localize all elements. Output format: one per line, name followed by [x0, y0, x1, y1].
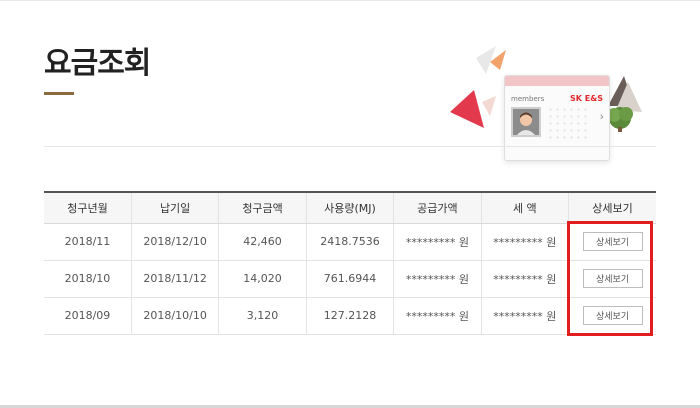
header-detail: 상세보기 [568, 191, 656, 224]
cell-detail: 상세보기 [568, 223, 656, 261]
card-dot-grid [547, 106, 591, 142]
cell-detail: 상세보기 [568, 297, 656, 335]
billing-table: 청구년월 납기일 청구금액 사용량(MJ) 공급가액 세 액 상세보기 2018… [44, 191, 656, 335]
cell-amount: 42,460 [218, 223, 307, 261]
cell-due: 2018/11/12 [130, 260, 219, 298]
detail-button[interactable]: 상세보기 [582, 306, 643, 325]
detail-button[interactable]: 상세보기 [582, 269, 643, 288]
frame-top-border [0, 0, 700, 1]
detail-button[interactable]: 상세보기 [582, 232, 643, 251]
cell-usage: 761.6944 [305, 260, 394, 298]
title-accent-bar [44, 92, 74, 95]
sk-logo: SK E&S [570, 94, 603, 103]
cell-usage: 2418.7536 [305, 223, 394, 261]
cell-tax: ********* 원 [480, 297, 569, 335]
table-row: 2018/10 2018/11/12 14,020 761.6944 *****… [44, 260, 656, 298]
header-due-date: 납기일 [130, 191, 219, 224]
table-row: 2018/09 2018/10/10 3,120 127.2128 ******… [44, 297, 656, 335]
cell-supply: ********* 원 [393, 297, 482, 335]
cell-month: 2018/11 [44, 223, 132, 261]
header-amount: 청구금액 [218, 191, 307, 224]
cell-month: 2018/09 [44, 297, 132, 335]
header-tax: 세 액 [480, 191, 569, 224]
card-top-strip [505, 76, 609, 86]
cell-month: 2018/10 [44, 260, 132, 298]
header-usage: 사용량(MJ) [305, 191, 394, 224]
cell-supply: ********* 원 [393, 260, 482, 298]
table-row: 2018/11 2018/12/10 42,460 2418.7536 ****… [44, 223, 656, 261]
table-header-row: 청구년월 납기일 청구금액 사용량(MJ) 공급가액 세 액 상세보기 [44, 191, 656, 224]
cell-amount: 14,020 [218, 260, 307, 298]
chevron-right-icon: › [599, 110, 604, 123]
header-illustration: members SK E&S › [420, 20, 656, 161]
cell-supply: ********* 원 [393, 223, 482, 261]
cell-due: 2018/12/10 [130, 223, 219, 261]
card-label: members [511, 95, 545, 103]
cell-detail: 상세보기 [568, 260, 656, 298]
membership-card: members SK E&S › [504, 75, 610, 161]
avatar-icon [511, 107, 541, 137]
header-divider [44, 146, 656, 147]
header-billing-month: 청구년월 [44, 191, 132, 224]
cell-usage: 127.2128 [305, 297, 394, 335]
cell-tax: ********* 원 [480, 223, 569, 261]
cell-amount: 3,120 [218, 297, 307, 335]
cell-tax: ********* 원 [480, 260, 569, 298]
header-supply-value: 공급가액 [393, 191, 482, 224]
cell-due: 2018/10/10 [130, 297, 219, 335]
page-title: 요금조회 [44, 46, 151, 81]
